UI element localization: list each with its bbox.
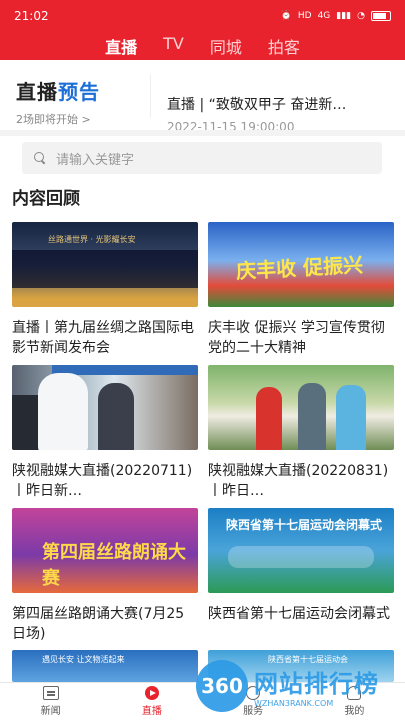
card-thumbnail: 丝路通世界 · 光影耀长安 bbox=[12, 222, 198, 307]
card-title: 第四届丝路朗诵大赛(7月25日场) bbox=[12, 606, 185, 642]
bottom-tab-label: 新闻 bbox=[40, 706, 61, 717]
news-icon bbox=[42, 686, 59, 700]
card-thumbnail: 第四届丝路朗诵大赛 bbox=[12, 508, 198, 593]
content-card[interactable]: 第四届丝路朗诵大赛 第四届丝路朗诵大赛(7月25日场) bbox=[12, 508, 198, 644]
network-label: 4G bbox=[317, 11, 331, 21]
top-navigation: 直播 TV 同城 拍客 bbox=[0, 32, 405, 60]
alarm-icon: ⏰ bbox=[280, 11, 292, 21]
section-divider bbox=[0, 130, 405, 136]
card-thumbnail: 遇见长安 让文物活起来 bbox=[12, 650, 198, 682]
section-title: 内容回顾 bbox=[12, 189, 80, 209]
content-card[interactable]: 陕视融媒大直播(20220831)丨昨日… bbox=[208, 365, 394, 501]
preview-item-title: 直播 | “致敬双甲子 奋进新… bbox=[167, 97, 347, 113]
hd-badge: HD bbox=[297, 11, 312, 21]
status-time: 21:02 bbox=[14, 9, 49, 23]
tab-tv[interactable]: TV bbox=[163, 34, 184, 57]
thumbnail-text: 丝路通世界 · 光影耀长安 bbox=[48, 235, 136, 244]
battery-icon bbox=[371, 11, 391, 21]
watermark-url: WZHAN3RANK.COM bbox=[254, 699, 334, 708]
preview-title: 直播预告 bbox=[16, 76, 150, 105]
signal-icon: ▮▮▮ bbox=[336, 11, 352, 21]
preview-header[interactable]: 直播预告 2场即将开始 > bbox=[0, 60, 150, 130]
search-icon bbox=[34, 152, 46, 164]
live-preview-panel: 直播预告 2场即将开始 > 直播 | “致敬双甲子 奋进新… 2022-11-1… bbox=[0, 60, 405, 134]
watermark-logo: 360 bbox=[196, 660, 248, 712]
preview-title-accent: 预告 bbox=[58, 80, 100, 104]
tab-local[interactable]: 同城 bbox=[210, 34, 242, 62]
card-thumbnail bbox=[12, 365, 198, 450]
card-title: 直播丨第九届丝绸之路国际电影节新闻发布会 bbox=[12, 320, 194, 356]
card-title: 庆丰收 促振兴 学习宣传贯彻党的二十大精神 bbox=[208, 320, 385, 356]
tab-live[interactable]: 直播 bbox=[105, 34, 137, 62]
card-thumbnail: 庆丰收 促振兴 bbox=[208, 222, 394, 307]
bottom-tab-news[interactable]: 新闻 bbox=[21, 686, 81, 717]
preview-item[interactable]: 直播 | “致敬双甲子 奋进新… 2022-11-15 19:00:00 bbox=[150, 74, 405, 134]
search-input[interactable]: 请输入关键字 bbox=[22, 142, 382, 174]
watermark-text: 网站排行榜 bbox=[254, 670, 379, 698]
thumbnail-text: 庆丰收 促振兴 bbox=[235, 252, 364, 284]
content-card[interactable]: 陕视融媒大直播(20220711)丨昨日新… bbox=[12, 365, 198, 501]
watermark: 360 网站排行榜 WZHAN3RANK.COM bbox=[196, 660, 379, 712]
thumbnail-text: 第四届丝路朗诵大赛 bbox=[42, 542, 186, 589]
thumbnail-text: 陕西省第十七届运动会闭幕式 bbox=[226, 518, 383, 532]
status-icons: ⏰ HD 4G ▮▮▮ ◔ bbox=[281, 11, 391, 21]
card-title: 陕西省第十七届运动会闭幕式 bbox=[208, 606, 390, 622]
thumbnail-text: 遇见长安 让文物活起来 bbox=[42, 655, 125, 664]
bottom-tab-label: 直播 bbox=[141, 706, 162, 717]
content-card[interactable]: 遇见长安 让文物活起来 bbox=[12, 650, 198, 682]
tab-reporter[interactable]: 拍客 bbox=[268, 34, 300, 62]
search-placeholder: 请输入关键字 bbox=[56, 152, 135, 168]
bottom-tab-live[interactable]: 直播 bbox=[122, 686, 182, 717]
card-thumbnail bbox=[208, 365, 394, 450]
status-bar: 21:02 ⏰ HD 4G ▮▮▮ ◔ bbox=[0, 0, 405, 32]
wifi-icon: ◔ bbox=[357, 11, 365, 21]
card-title: 陕视融媒大直播(20220831)丨昨日… bbox=[208, 463, 389, 499]
preview-title-main: 直播 bbox=[16, 80, 58, 104]
preview-subtitle[interactable]: 2场即将开始 > bbox=[16, 111, 150, 127]
content-card[interactable]: 陕西省第十七届运动会闭幕式 陕西省第十七届运动会闭幕式 bbox=[208, 508, 394, 644]
card-title: 陕视融媒大直播(20220711)丨昨日新… bbox=[12, 463, 193, 499]
content-card[interactable]: 庆丰收 促振兴 庆丰收 促振兴 学习宣传贯彻党的二十大精神 bbox=[208, 222, 394, 358]
live-icon bbox=[144, 686, 159, 700]
card-thumbnail: 陕西省第十七届运动会闭幕式 bbox=[208, 508, 394, 593]
content-card[interactable]: 丝路通世界 · 光影耀长安 直播丨第九届丝绸之路国际电影节新闻发布会 bbox=[12, 222, 198, 358]
